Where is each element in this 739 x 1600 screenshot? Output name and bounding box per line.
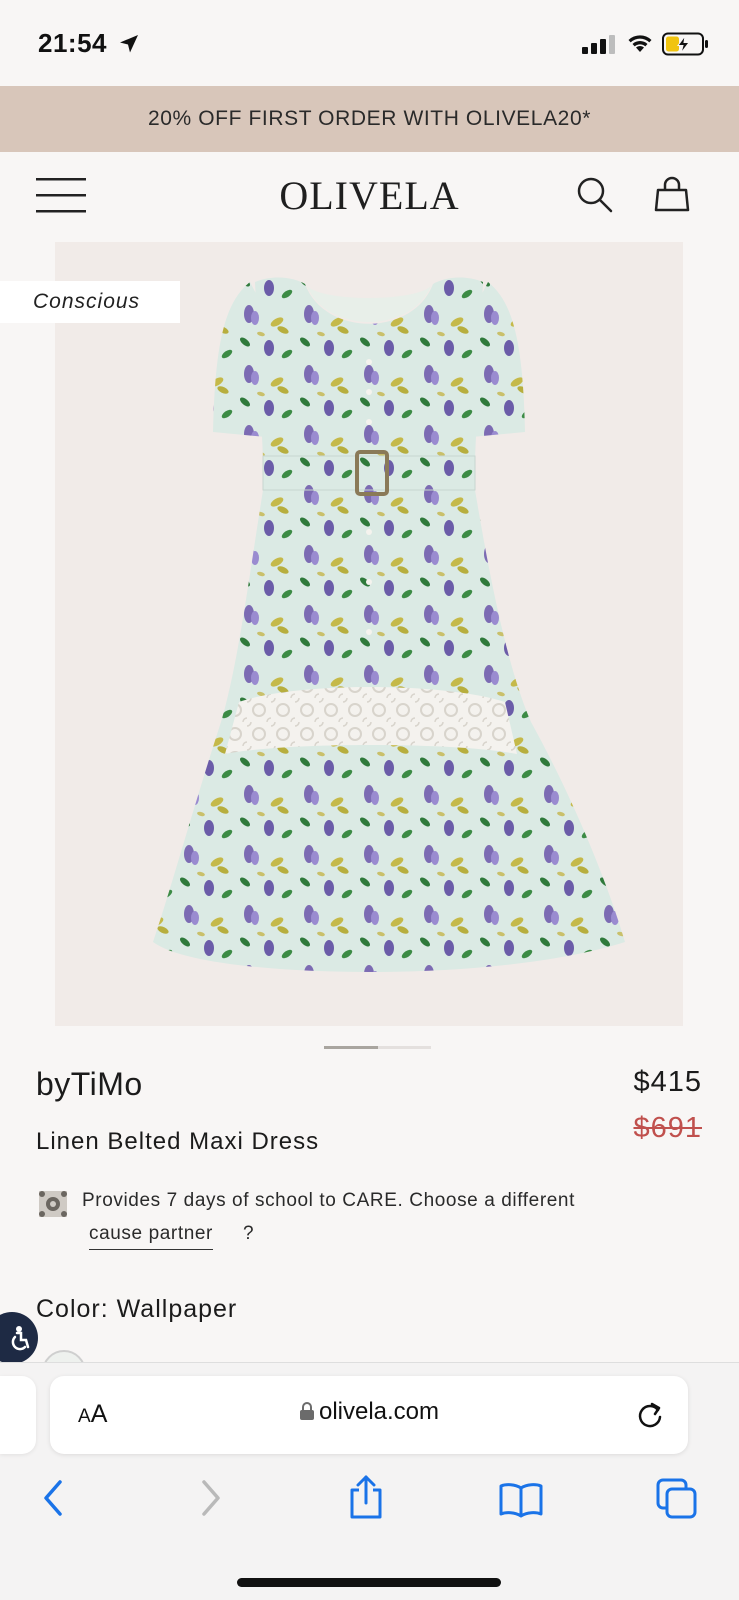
cause-partner-link[interactable]: cause partner	[89, 1223, 213, 1250]
product-brand[interactable]: byTiMo	[36, 1066, 143, 1103]
status-time: 21:54	[38, 28, 107, 58]
color-label: Color: Wallpaper	[36, 1295, 238, 1323]
product-name: Linen Belted Maxi Dress	[36, 1128, 320, 1155]
forward-icon[interactable]	[198, 1478, 224, 1518]
signal-icon	[582, 35, 615, 54]
carousel-active-segment	[324, 1046, 378, 1049]
bag-icon[interactable]	[654, 176, 690, 214]
previous-tab-peek[interactable]	[0, 1376, 36, 1454]
back-icon[interactable]	[40, 1478, 66, 1518]
address-bar[interactable]: AA olivela.com	[50, 1376, 688, 1454]
wifi-icon	[628, 35, 652, 52]
site-header: OLIVELA	[0, 152, 739, 240]
reload-icon[interactable]	[636, 1400, 664, 1430]
dress-illustration	[153, 277, 625, 972]
product-original-price: $691	[633, 1112, 702, 1144]
share-icon[interactable]	[346, 1474, 386, 1520]
conscious-badge: Conscious	[0, 281, 180, 323]
product-price: $415	[633, 1066, 702, 1098]
url-text: olivela.com	[318, 1398, 440, 1425]
status-bar: 21:54	[0, 0, 739, 86]
accessibility-icon	[11, 1326, 30, 1351]
promo-banner[interactable]: 20% OFF FIRST ORDER WITH OLIVELA20*	[0, 86, 739, 152]
promo-text: 20% OFF FIRST ORDER WITH OLIVELA20*	[147, 107, 592, 130]
cause-description: Provides 7 days of school to CARE. Choos…	[82, 1190, 575, 1211]
cause-icon	[39, 1191, 67, 1217]
battery-charging-icon	[662, 32, 708, 56]
site-logo[interactable]: OLIVELA	[0, 172, 739, 219]
product-image[interactable]	[55, 242, 683, 1026]
home-indicator[interactable]	[237, 1578, 501, 1587]
location-arrow-icon	[120, 35, 138, 53]
accessibility-button[interactable]	[0, 1312, 38, 1364]
url-display[interactable]: olivela.com	[50, 1398, 688, 1426]
image-carousel-indicator[interactable]	[324, 1046, 431, 1049]
bookmarks-icon[interactable]	[498, 1482, 544, 1518]
cause-help[interactable]: ?	[243, 1223, 254, 1245]
search-icon[interactable]	[576, 176, 614, 214]
tabs-icon[interactable]	[656, 1478, 698, 1520]
conscious-label: Conscious	[33, 290, 141, 313]
lock-icon	[299, 1402, 314, 1420]
